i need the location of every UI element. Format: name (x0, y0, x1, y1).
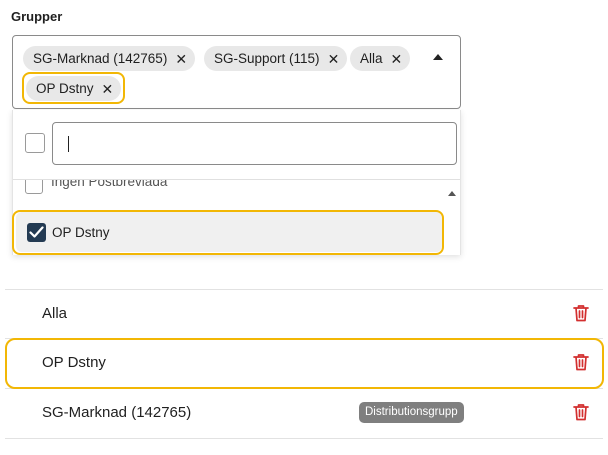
groups-multiselect[interactable]: SG-Marknad (142765) ✕ SG-Support (115) ✕… (12, 35, 461, 109)
option-row-op-dstny[interactable]: OP Dstny (16, 212, 442, 252)
option-checkbox-checked[interactable] (27, 223, 46, 242)
trash-icon[interactable] (573, 304, 589, 322)
trash-icon[interactable] (573, 403, 589, 421)
chip-label: OP Dstny (36, 81, 94, 96)
chip-sg-marknad: SG-Marknad (142765) ✕ (23, 46, 196, 71)
group-row-sg-marknad: SG-Marknad (142765) Distributionsgrupp (5, 389, 603, 437)
option-label: OP Dstny (52, 225, 110, 240)
chip-sg-support: SG-Support (115) ✕ (204, 46, 348, 71)
close-icon[interactable]: ✕ (175, 52, 187, 66)
close-icon[interactable]: ✕ (102, 82, 114, 96)
close-icon[interactable]: ✕ (391, 52, 403, 66)
chip-label: SG-Support (115) (214, 51, 320, 66)
option-label: Ingen Postbrevlåda (51, 180, 168, 189)
divider (5, 438, 603, 439)
chip-label: Alla (360, 51, 383, 66)
group-name: OP Dstny (42, 354, 106, 371)
select-all-checkbox[interactable] (25, 133, 45, 153)
trash-icon[interactable] (573, 353, 589, 371)
search-input[interactable] (52, 122, 457, 165)
close-icon[interactable]: ✕ (328, 52, 340, 66)
option-row-ingen-postbrevlada[interactable]: Ingen Postbrevlåda (13, 180, 453, 196)
scroll-up-icon[interactable] (448, 191, 456, 196)
chip-op-dstny: OP Dstny ✕ (26, 76, 122, 101)
option-checkbox[interactable] (25, 180, 43, 194)
checkmark-icon (29, 226, 44, 238)
chip-alla: Alla ✕ (350, 46, 411, 71)
groups-dropdown: Ingen Postbrevlåda OP Dstny (12, 110, 461, 255)
group-row-op-dstny: OP Dstny (5, 339, 603, 387)
group-row-alla: Alla (5, 290, 603, 338)
group-type-badge: Distributionsgrupp (359, 402, 464, 423)
text-cursor (68, 136, 69, 152)
caret-up-icon[interactable] (433, 54, 443, 60)
group-name: SG-Marknad (142765) (42, 404, 192, 421)
dropdown-header (13, 110, 460, 180)
group-name: Alla (42, 305, 68, 322)
chip-label: SG-Marknad (142765) (33, 51, 168, 66)
groups-label: Grupper (11, 9, 63, 24)
